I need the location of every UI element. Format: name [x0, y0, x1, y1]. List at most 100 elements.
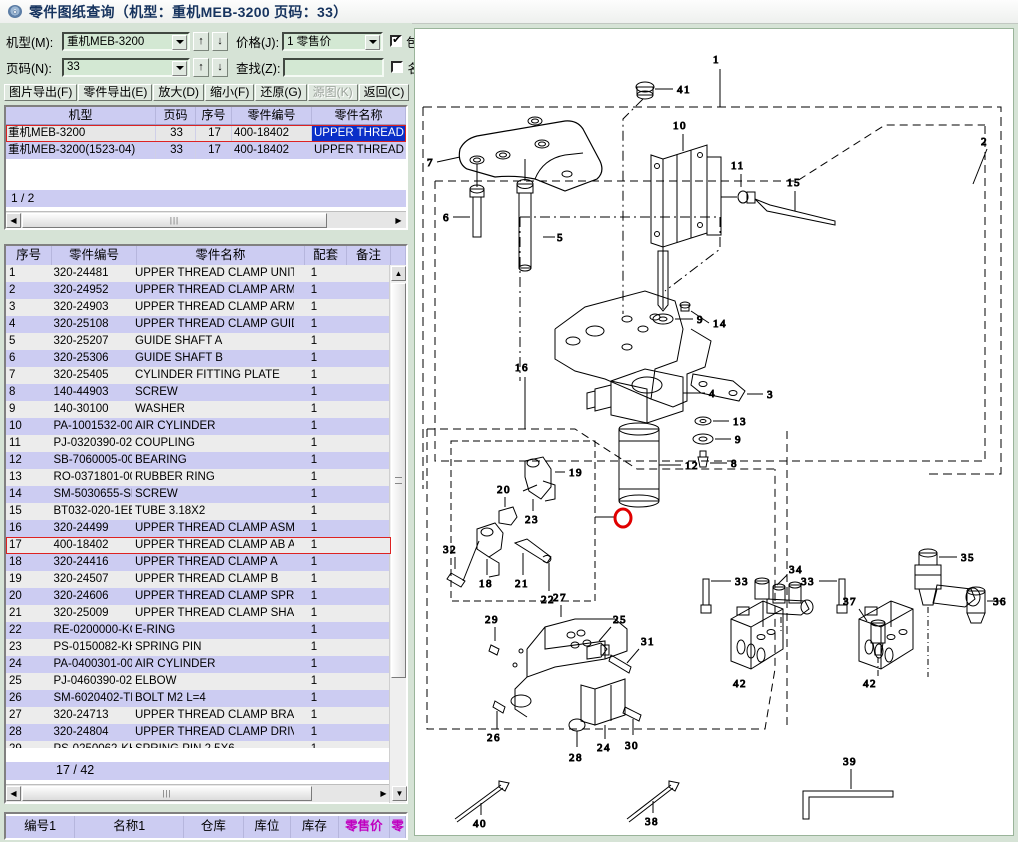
chevron-down-icon[interactable]	[172, 60, 187, 76]
scroll-right-icon[interactable]: ▶	[391, 213, 406, 228]
model-up-button[interactable]: ↑	[193, 31, 209, 51]
callout-36: 36	[993, 596, 1007, 608]
parts-diagram: 1 2 7 6 5 41 10 11 15 9 3 14 13 9 8 4 12…	[422, 54, 1007, 831]
col-warehouse[interactable]: 仓库	[184, 816, 244, 838]
col-page[interactable]: 页码	[156, 107, 196, 124]
stock-grid[interactable]: 编号1 名称1 仓库 库位 库存 零售价 零	[4, 812, 408, 840]
name-checkbox[interactable]	[391, 61, 404, 73]
scroll-left-icon[interactable]: ◀	[6, 212, 21, 228]
col-part-name[interactable]: 零件名称	[312, 107, 406, 124]
chevron-down-icon[interactable]	[172, 34, 187, 50]
table-row[interactable]: 1 320-24481 UPPER THREAD CLAMP UNIT 1	[6, 265, 391, 282]
cell-note	[334, 571, 376, 588]
table-row[interactable]: 28 320-24804 UPPER THREAD CLAMP DRIVING 1	[6, 724, 391, 741]
parts-grid-vscrollbar[interactable]: ▲ ▼	[389, 265, 407, 803]
callout-25: 25	[613, 614, 627, 626]
callout-14: 14	[713, 318, 727, 330]
table-row[interactable]: 重机MEB-3200 33 17 400-18402 UPPER THREAD …	[6, 125, 406, 142]
table-row[interactable]: 21 320-25009 UPPER THREAD CLAMP SHAFT 1	[6, 605, 391, 622]
parts-grid-hscrollbar[interactable]: ◀ ||| ▶	[6, 784, 391, 802]
parts-grid-body[interactable]: 1 320-24481 UPPER THREAD CLAMP UNIT 1 2 320-2…	[6, 265, 391, 748]
col-quantity[interactable]: 配套	[305, 246, 348, 265]
table-row[interactable]: 25 PJ-0460390-02 ELBOW 1	[6, 673, 391, 690]
hscroll-thumb[interactable]: |||	[22, 212, 327, 228]
table-row[interactable]: 16 320-24499 UPPER THREAD CLAMP ASM. 1	[6, 520, 391, 537]
button-export-parts[interactable]: 零件导出(E)	[78, 84, 153, 101]
table-row[interactable]: 重机MEB-3200(1523-04) 33 17 400-18402 UPPE…	[6, 142, 406, 159]
hscroll-thumb[interactable]: |||	[22, 786, 312, 801]
scroll-up-icon[interactable]: ▲	[391, 266, 406, 281]
col-extra[interactable]	[391, 246, 407, 265]
table-row[interactable]: 18 320-24416 UPPER THREAD CLAMP A 1	[6, 554, 391, 571]
include-checkbox[interactable]	[390, 34, 403, 47]
col-part-number[interactable]: 零件编号	[52, 246, 137, 265]
cell-part-number: 320-25009	[53, 607, 109, 619]
scroll-down-icon[interactable]: ▼	[392, 786, 407, 801]
table-row[interactable]: 10 PA-1001532-00 AIR CYLINDER 1	[6, 418, 391, 435]
col-part-number[interactable]: 零件编号	[232, 107, 312, 124]
button-export-image[interactable]: 图片导出(F)	[4, 84, 78, 101]
col-location[interactable]: 库位	[244, 816, 292, 838]
table-row[interactable]: 5 320-25207 GUIDE SHAFT A 1	[6, 333, 391, 350]
page-up-button[interactable]: ↑	[193, 57, 209, 77]
table-row[interactable]: 22 RE-0200000-KO E-RING 1	[6, 622, 391, 639]
model-down-button[interactable]: ↓	[212, 31, 228, 51]
table-row[interactable]: 24 PA-0400301-00 AIR CYLINDER 1	[6, 656, 391, 673]
table-row[interactable]: 11 PJ-0320390-02 COUPLING 1	[6, 435, 391, 452]
table-row[interactable]: 7 320-25405 CYLINDER FITTING PLATE 1	[6, 367, 391, 384]
col-part-name[interactable]: 零件名称	[137, 246, 305, 265]
table-row[interactable]: 6 320-25306 GUIDE SHAFT B 1	[6, 350, 391, 367]
cell-page: 33	[156, 142, 196, 159]
col-extra[interactable]: 零	[390, 816, 407, 838]
col-note[interactable]: 备注	[347, 246, 391, 265]
button-back[interactable]: 返回(C)	[358, 84, 410, 101]
cell-quantity: 1	[310, 709, 318, 721]
table-row[interactable]: 17 400-18402 UPPER THREAD CLAMP AB ASM 1	[6, 537, 391, 554]
table-row[interactable]: 4 320-25108 UPPER THREAD CLAMP GUIDE 1	[6, 316, 391, 333]
callout-3: 3	[767, 389, 774, 401]
page-down-button[interactable]: ↓	[212, 57, 228, 77]
table-row[interactable]: 3 320-24903 UPPER THREAD CLAMP ARM 1	[6, 299, 391, 316]
table-row[interactable]: 12 SB-7060005-00 BEARING 1	[6, 452, 391, 469]
table-row[interactable]: 14 SM-5030655-SP SCREW 1	[6, 486, 391, 503]
cell-seq: 26	[9, 692, 22, 704]
cell-part-name: COUPLING	[134, 437, 196, 449]
col-retail-price[interactable]: 零售价	[339, 816, 391, 838]
button-restore[interactable]: 还原(G)	[255, 84, 307, 101]
search-label: 查找(Z):	[236, 61, 281, 76]
col-code1[interactable]: 编号1	[6, 816, 76, 838]
table-row[interactable]: 2 320-24952 UPPER THREAD CLAMP ARM ASM 1	[6, 282, 391, 299]
button-zoom-in[interactable]: 放大(D)	[153, 84, 204, 101]
chevron-down-icon[interactable]	[365, 34, 381, 50]
table-row[interactable]: 13 RO-0371801-00 RUBBER RING 1	[6, 469, 391, 486]
button-zoom-out[interactable]: 缩小(F)	[205, 84, 255, 101]
parts-grid[interactable]: 序号 零件编号 零件名称 配套 备注 1 320-24481 UPPER THREA…	[4, 244, 408, 804]
table-row[interactable]: 9 140-30100 WASHER 1	[6, 401, 391, 418]
col-seq[interactable]: 序号	[196, 107, 232, 124]
table-row[interactable]: 20 320-24606 UPPER THREAD CLAMP SPRING 1	[6, 588, 391, 605]
vscroll-thumb[interactable]	[391, 283, 406, 678]
callout-33-left: 33	[735, 576, 749, 588]
table-row[interactable]: 15 BT032-020-1EB TUBE 3.18X2 1	[6, 503, 391, 520]
price-combo[interactable]: 1 零售价	[282, 31, 384, 51]
col-name1[interactable]: 名称1	[75, 816, 185, 838]
model-combo[interactable]: 重机MEB-3200	[62, 31, 190, 51]
col-seq[interactable]: 序号	[6, 246, 53, 265]
scroll-left-icon[interactable]: ◀	[6, 786, 21, 801]
diagram-panel[interactable]: 1 2 7 6 5 41 10 11 15 9 3 14 13 9 8 4 12…	[414, 28, 1014, 836]
cell-part-number: 320-24499	[53, 522, 109, 534]
table-row[interactable]: 8 140-44903 SCREW 1	[6, 384, 391, 401]
cell-part-name: UPPER THREAD CLAMP UNIT	[134, 267, 294, 279]
page-combo[interactable]: 33	[62, 57, 190, 77]
table-row[interactable]: 19 320-24507 UPPER THREAD CLAMP B 1	[6, 571, 391, 588]
cell-seq: 16	[9, 522, 22, 534]
table-row[interactable]: 29PS-0250062-KHSPRING PIN 2.5X61	[6, 741, 391, 748]
table-row[interactable]: 27 320-24713 UPPER THREAD CLAMP BRACKET 1	[6, 707, 391, 724]
result-grid-hscrollbar[interactable]: ◀ ||| ▶	[6, 211, 406, 228]
result-grid[interactable]: 机型 页码 序号 零件编号 零件名称 重机MEB-3200 33 17 400-…	[4, 105, 408, 230]
col-stock[interactable]: 库存	[291, 816, 339, 838]
col-model[interactable]: 机型	[6, 107, 156, 124]
search-input[interactable]	[283, 57, 385, 77]
table-row[interactable]: 23 PS-0150082-KH SPRING PIN 1	[6, 639, 391, 656]
table-row[interactable]: 26 SM-6020402-TN BOLT M2 L=4 1	[6, 690, 391, 707]
